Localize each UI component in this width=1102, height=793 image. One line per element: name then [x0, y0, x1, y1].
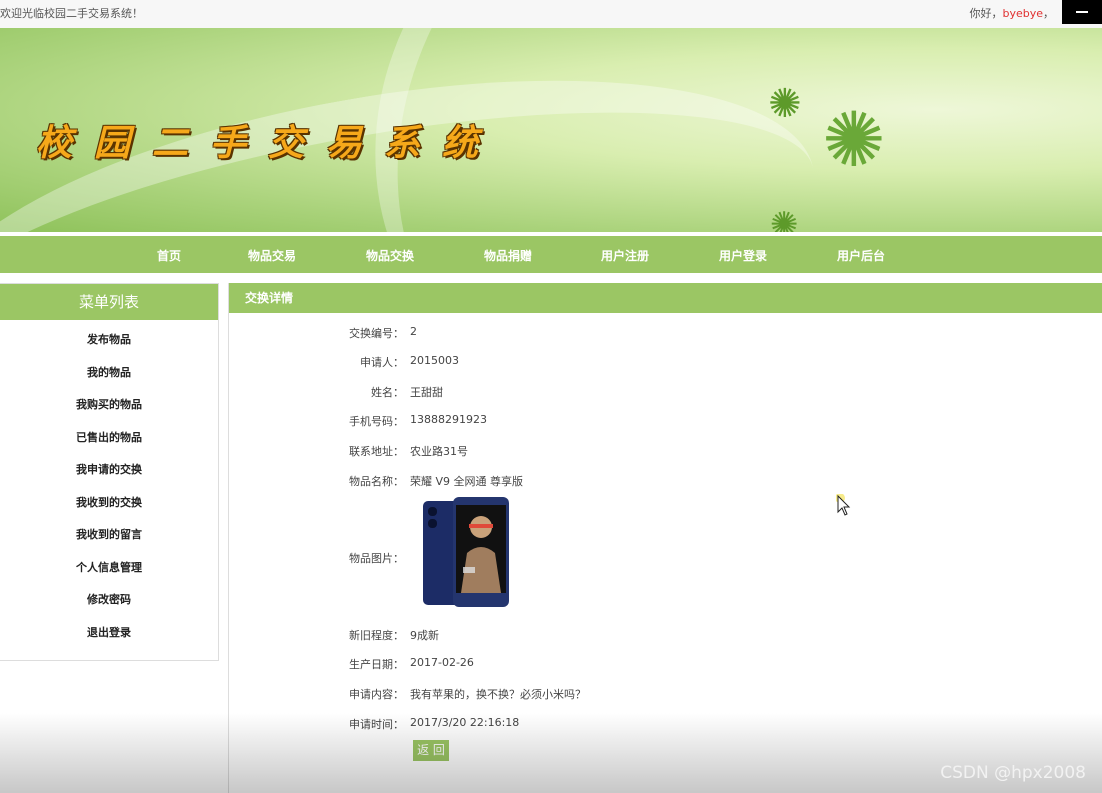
- field-label: 生产日期：: [349, 658, 404, 671]
- field-label: 物品图片：: [349, 552, 404, 565]
- field-label: 物品名称：: [349, 475, 404, 488]
- sidebar-item-my-requests[interactable]: 我申请的交换: [0, 454, 218, 487]
- sidebar-title: 菜单列表: [0, 284, 218, 320]
- sidebar-item-messages[interactable]: 我收到的留言: [0, 519, 218, 552]
- field-label: 新旧程度：: [349, 629, 404, 642]
- nav-item-donate[interactable]: 物品捐赠: [484, 247, 532, 264]
- field-label: 姓名：: [371, 386, 404, 399]
- site-banner: 校园二手交易系统 ✺ ✺ ✺: [0, 28, 1102, 232]
- top-bar: 欢迎光临校园二手交易系统！ 你好，byebye，: [0, 0, 1102, 28]
- nav-user-backend[interactable]: 用户后台: [837, 247, 885, 264]
- mouse-cursor-icon: [836, 494, 851, 516]
- field-value: 2015003: [410, 354, 459, 367]
- sidebar-item-received-requests[interactable]: 我收到的交换: [0, 487, 218, 520]
- sidebar-item-profile[interactable]: 个人信息管理: [0, 552, 218, 585]
- username-link[interactable]: byebye: [1002, 7, 1043, 20]
- field-value: 农业路31号: [410, 445, 468, 458]
- greeting-suffix: ，: [1043, 7, 1054, 20]
- minimize-button[interactable]: [1062, 0, 1102, 24]
- field-value: 我有苹果的，换不换？必须小米吗？: [410, 688, 586, 701]
- sidebar-item-sold[interactable]: 已售出的物品: [0, 422, 218, 455]
- exchange-detail-panel: 交换详情 交换编号： 2 申请人： 2015003 姓名： 王甜甜 手机号码： …: [228, 283, 1102, 793]
- flower-icon: ✺: [770, 205, 799, 232]
- field-label: 申请内容：: [349, 688, 404, 701]
- field-label: 申请人：: [360, 356, 404, 369]
- field-value: 2017/3/20 22:16:18: [410, 716, 520, 729]
- minimize-icon: [1076, 11, 1088, 13]
- field-label: 申请时间：: [349, 718, 404, 731]
- field-label: 联系地址：: [349, 445, 404, 458]
- nav-item-exchange[interactable]: 物品交换: [366, 247, 414, 264]
- sidebar-item-change-password[interactable]: 修改密码: [0, 584, 218, 617]
- back-button[interactable]: 返 回: [413, 740, 449, 761]
- flower-icon: ✺: [822, 95, 886, 184]
- sidebar-list: 发布物品 我的物品 我购买的物品 已售出的物品 我申请的交换 我收到的交换 我收…: [0, 320, 218, 649]
- field-label: 手机号码：: [349, 415, 404, 428]
- nav-item-trade[interactable]: 物品交易: [248, 247, 296, 264]
- nav-login[interactable]: 用户登录: [719, 247, 767, 264]
- sidebar-menu: 菜单列表 发布物品 我的物品 我购买的物品 已售出的物品 我申请的交换 我收到的…: [0, 283, 219, 661]
- item-image[interactable]: [423, 497, 509, 607]
- field-value: 王甜甜: [410, 386, 443, 399]
- site-title: 校园二手交易系统: [36, 122, 501, 164]
- sidebar-item-my-items[interactable]: 我的物品: [0, 357, 218, 390]
- nav-home[interactable]: 首页: [157, 247, 181, 264]
- nav-register[interactable]: 用户注册: [601, 247, 649, 264]
- panel-title: 交换详情: [229, 283, 1102, 313]
- field-label: 交换编号：: [349, 327, 404, 340]
- user-greeting: 你好，byebye，: [969, 5, 1054, 21]
- sidebar-item-logout[interactable]: 退出登录: [0, 617, 218, 650]
- field-value: 2: [410, 325, 417, 338]
- greeting-prefix: 你好，: [969, 7, 1003, 20]
- field-value: 2017-02-26: [410, 656, 474, 669]
- field-value: 13888291923: [410, 413, 487, 426]
- welcome-text: 欢迎光临校园二手交易系统！: [0, 7, 143, 20]
- sidebar-item-publish[interactable]: 发布物品: [0, 324, 218, 357]
- sidebar-item-purchased[interactable]: 我购买的物品: [0, 389, 218, 422]
- main-nav: 首页 物品交易 物品交换 物品捐赠 用户注册 用户登录 用户后台: [0, 236, 1102, 273]
- watermark: CSDN @hpx2008: [940, 763, 1086, 783]
- field-value: 9成新: [410, 629, 439, 642]
- flower-icon: ✺: [768, 81, 802, 127]
- field-value: 荣耀 V9 全网通 尊享版: [410, 475, 524, 488]
